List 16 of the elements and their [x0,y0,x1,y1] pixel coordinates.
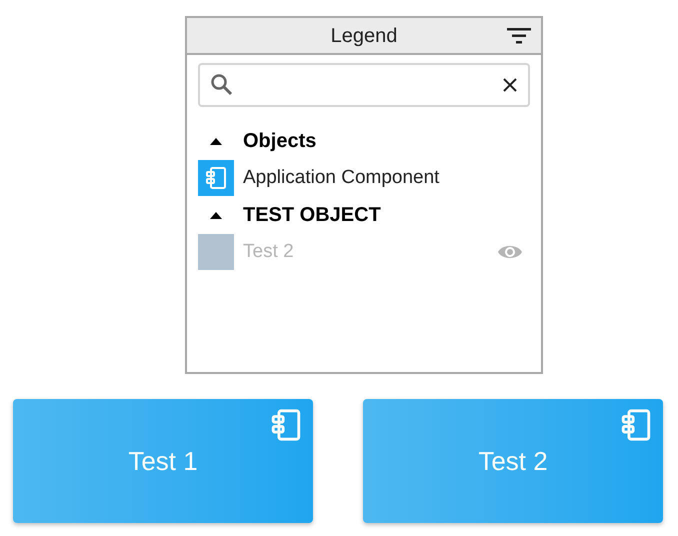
group-heading: Objects [243,129,316,154]
component-card[interactable]: Test 1 [13,399,313,523]
legend-item-label[interactable]: Test 2 [243,238,497,266]
filter-icon[interactable] [507,28,531,44]
component-icon [269,408,303,442]
search-icon [210,73,234,97]
legend-item-label[interactable]: Application Component [243,164,523,192]
card-label: Test 2 [478,444,548,478]
legend-title: Legend [330,24,398,48]
component-icon [619,408,653,442]
component-icon [204,166,228,190]
close-icon[interactable] [502,77,518,93]
group-heading: TEST OBJECT [243,203,381,228]
card-label: Test 1 [128,444,198,478]
search-field[interactable] [198,63,530,107]
component-card[interactable]: Test 2 [363,399,663,523]
